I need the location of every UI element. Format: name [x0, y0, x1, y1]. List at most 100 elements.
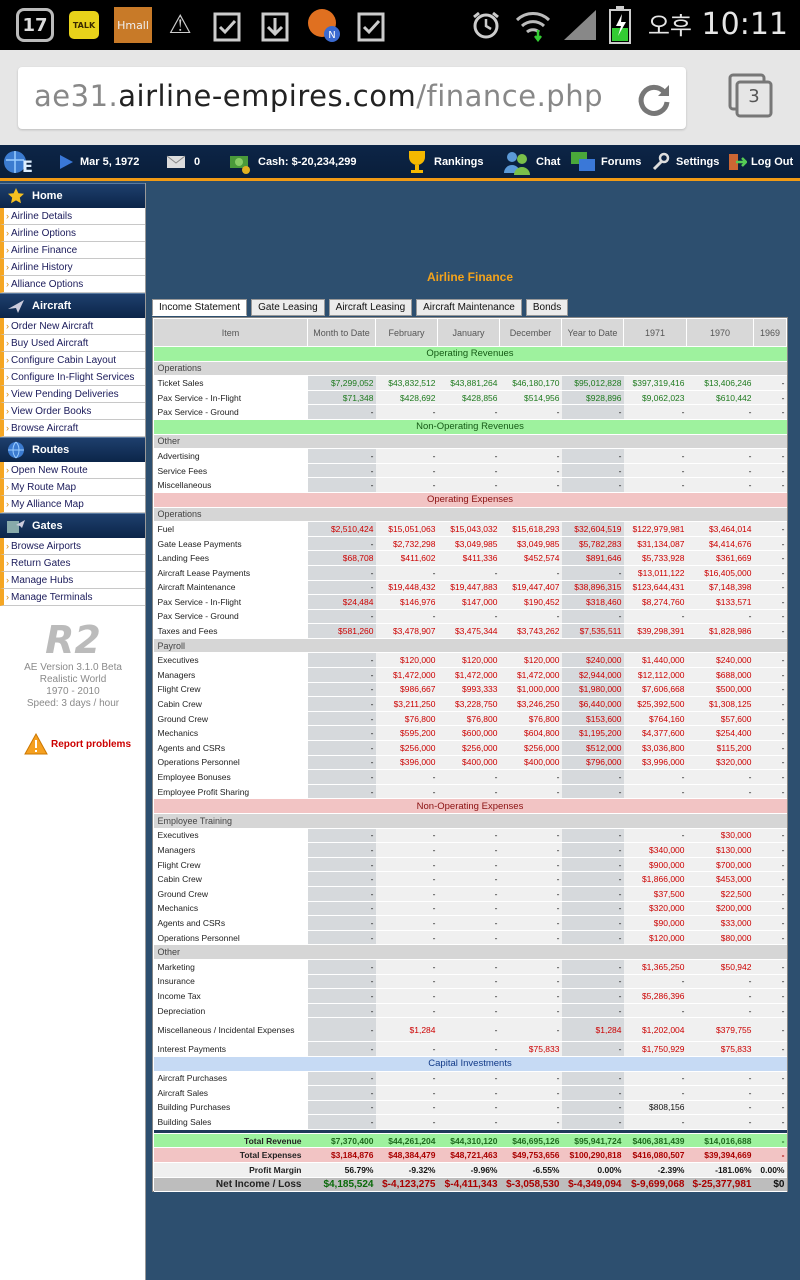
table-row: Operations Personnel - $396,000 $400,000 $40…	[153, 755, 787, 771]
sidebar-item-order-books[interactable]: View Order Books	[0, 403, 145, 420]
chat-link[interactable]: Chat	[503, 145, 560, 179]
sidebar-item-route-map[interactable]: My Route Map	[0, 479, 145, 496]
section-label: Operating Expenses	[153, 492, 787, 508]
url-bar[interactable]: ae31.airline-empires.com/finance.php	[18, 67, 686, 129]
sidebar-section-routes[interactable]: Routes	[0, 437, 145, 462]
value-cell: $406,381,439	[623, 1133, 687, 1149]
sidebar-item-airline-options[interactable]: Airline Options	[0, 225, 145, 242]
value-cell: $44,261,204	[375, 1133, 438, 1149]
value-cell: $411,336	[437, 550, 500, 566]
logout-link[interactable]: Log Out	[727, 145, 793, 179]
column-header: January	[437, 318, 500, 347]
forums-link[interactable]: Forums	[570, 145, 641, 179]
tab-income-statement[interactable]: Income Statement	[152, 299, 248, 316]
download-icon	[258, 7, 292, 43]
row-label: Managers	[153, 667, 308, 683]
value-cell: $3,049,985	[499, 536, 562, 552]
value-cell: -	[307, 871, 376, 887]
row-label: Profit Margin	[153, 1162, 308, 1178]
row-label: Advertising	[153, 448, 308, 464]
sidebar-item-browse-aircraft[interactable]: Browse Aircraft	[0, 420, 145, 437]
value-cell: -	[499, 930, 562, 946]
star-icon	[6, 187, 26, 205]
value-cell: $22,500	[686, 886, 754, 902]
report-problems-link[interactable]: Report problems	[24, 733, 131, 755]
value-cell: -	[375, 609, 438, 625]
tab-gate-leasing[interactable]: Gate Leasing	[251, 299, 325, 316]
subsection-label: Other	[153, 944, 787, 960]
sidebar-item-airline-history[interactable]: Airline History	[0, 259, 145, 276]
value-cell: $-4,411,343	[437, 1177, 500, 1193]
messages[interactable]: 0	[166, 145, 200, 179]
value-cell: -	[307, 696, 376, 712]
value-cell: $80,000	[686, 930, 754, 946]
value-cell: $1,308,125	[686, 696, 754, 712]
url-text[interactable]: ae31.airline-empires.com/finance.php	[34, 79, 603, 113]
browser-toolbar: ae31.airline-empires.com/finance.php	[0, 50, 800, 145]
value-cell: $3,478,907	[375, 623, 438, 639]
value-cell: -	[753, 755, 787, 771]
value-cell: -	[753, 784, 787, 800]
sidebar-item-order-new-aircraft[interactable]: Order New Aircraft	[0, 318, 145, 335]
value-cell: $986,667	[375, 682, 438, 698]
tabs-switcher-button[interactable]: 3	[728, 73, 774, 119]
value-cell: $3,743,262	[499, 623, 562, 639]
sidebar-section-aircraft[interactable]: Aircraft	[0, 293, 145, 318]
sidebar-item-manage-terminals[interactable]: Manage Terminals	[0, 589, 145, 606]
sidebar-section-gates[interactable]: Gates	[0, 513, 145, 538]
value-cell: -	[561, 404, 624, 420]
wrench-icon	[652, 152, 670, 171]
value-cell: -	[499, 1071, 562, 1087]
value-cell: $48,384,479	[375, 1147, 438, 1164]
sidebar-item-open-new-route[interactable]: Open New Route	[0, 462, 145, 479]
rankings-link[interactable]: Rankings	[404, 145, 484, 179]
sidebar-item-configure-inflight[interactable]: Configure In-Flight Services	[0, 369, 145, 386]
value-cell: -	[499, 901, 562, 917]
reload-icon[interactable]	[636, 82, 672, 122]
sidebar-item-pending-deliveries[interactable]: View Pending Deliveries	[0, 386, 145, 403]
value-cell: $1,440,000	[623, 652, 687, 669]
wifi-icon	[514, 7, 552, 43]
row-label: Depreciation	[153, 1003, 308, 1019]
table-row: Miscellaneous - - - - - - - -	[153, 477, 787, 493]
sidebar-item-airline-details[interactable]: Airline Details	[0, 208, 145, 225]
value-cell: -	[753, 988, 787, 1004]
time-label: 10:11	[701, 7, 788, 42]
sidebar-item-alliance-options[interactable]: Alliance Options	[0, 276, 145, 293]
value-cell: $147,000	[437, 594, 500, 610]
value-cell: -	[623, 404, 687, 420]
sidebar-item-configure-cabin[interactable]: Configure Cabin Layout	[0, 352, 145, 369]
sidebar-item-return-gates[interactable]: Return Gates	[0, 555, 145, 572]
tab-aircraft-leasing[interactable]: Aircraft Leasing	[328, 299, 413, 316]
sidebar-item-buy-used-aircraft[interactable]: Buy Used Aircraft	[0, 335, 145, 352]
value-cell: -	[753, 1085, 787, 1101]
value-cell: -	[375, 857, 438, 873]
value-cell: -	[686, 477, 754, 493]
subsection-label: Other	[153, 434, 787, 450]
sidebar-section-home[interactable]: Home	[0, 183, 145, 208]
value-cell: 56.79%	[307, 1162, 376, 1178]
table-row: Executives - - - - - - $30,000-	[153, 828, 787, 844]
value-cell: $3,211,250	[375, 696, 438, 712]
sidebar-item-alliance-map[interactable]: My Alliance Map	[0, 496, 145, 513]
section-title: Aircraft	[32, 300, 72, 312]
value-cell: -	[561, 871, 624, 887]
value-cell: -	[437, 1100, 500, 1116]
sidebar-item-airline-finance[interactable]: Airline Finance	[0, 242, 145, 259]
value-cell: -	[499, 974, 562, 990]
value-cell: $49,753,656	[499, 1147, 562, 1164]
tab-aircraft-maintenance[interactable]: Aircraft Maintenance	[416, 299, 522, 316]
years-label: 1970 - 2010	[46, 686, 100, 697]
value-cell: -	[499, 1085, 562, 1101]
tab-bonds[interactable]: Bonds	[525, 299, 569, 316]
value-cell: $320,000	[623, 901, 687, 917]
settings-link[interactable]: Settings	[651, 145, 719, 179]
ae-logo-icon[interactable]: E	[2, 145, 44, 179]
play-icon	[60, 155, 73, 169]
sidebar-item-browse-airports[interactable]: Browse Airports	[0, 538, 145, 555]
trophy-icon	[409, 151, 425, 173]
sidebar-item-manage-hubs[interactable]: Manage Hubs	[0, 572, 145, 589]
gate-icon	[6, 517, 26, 535]
subsection-row: Operations	[153, 507, 787, 523]
value-cell: $71,348	[307, 390, 376, 406]
